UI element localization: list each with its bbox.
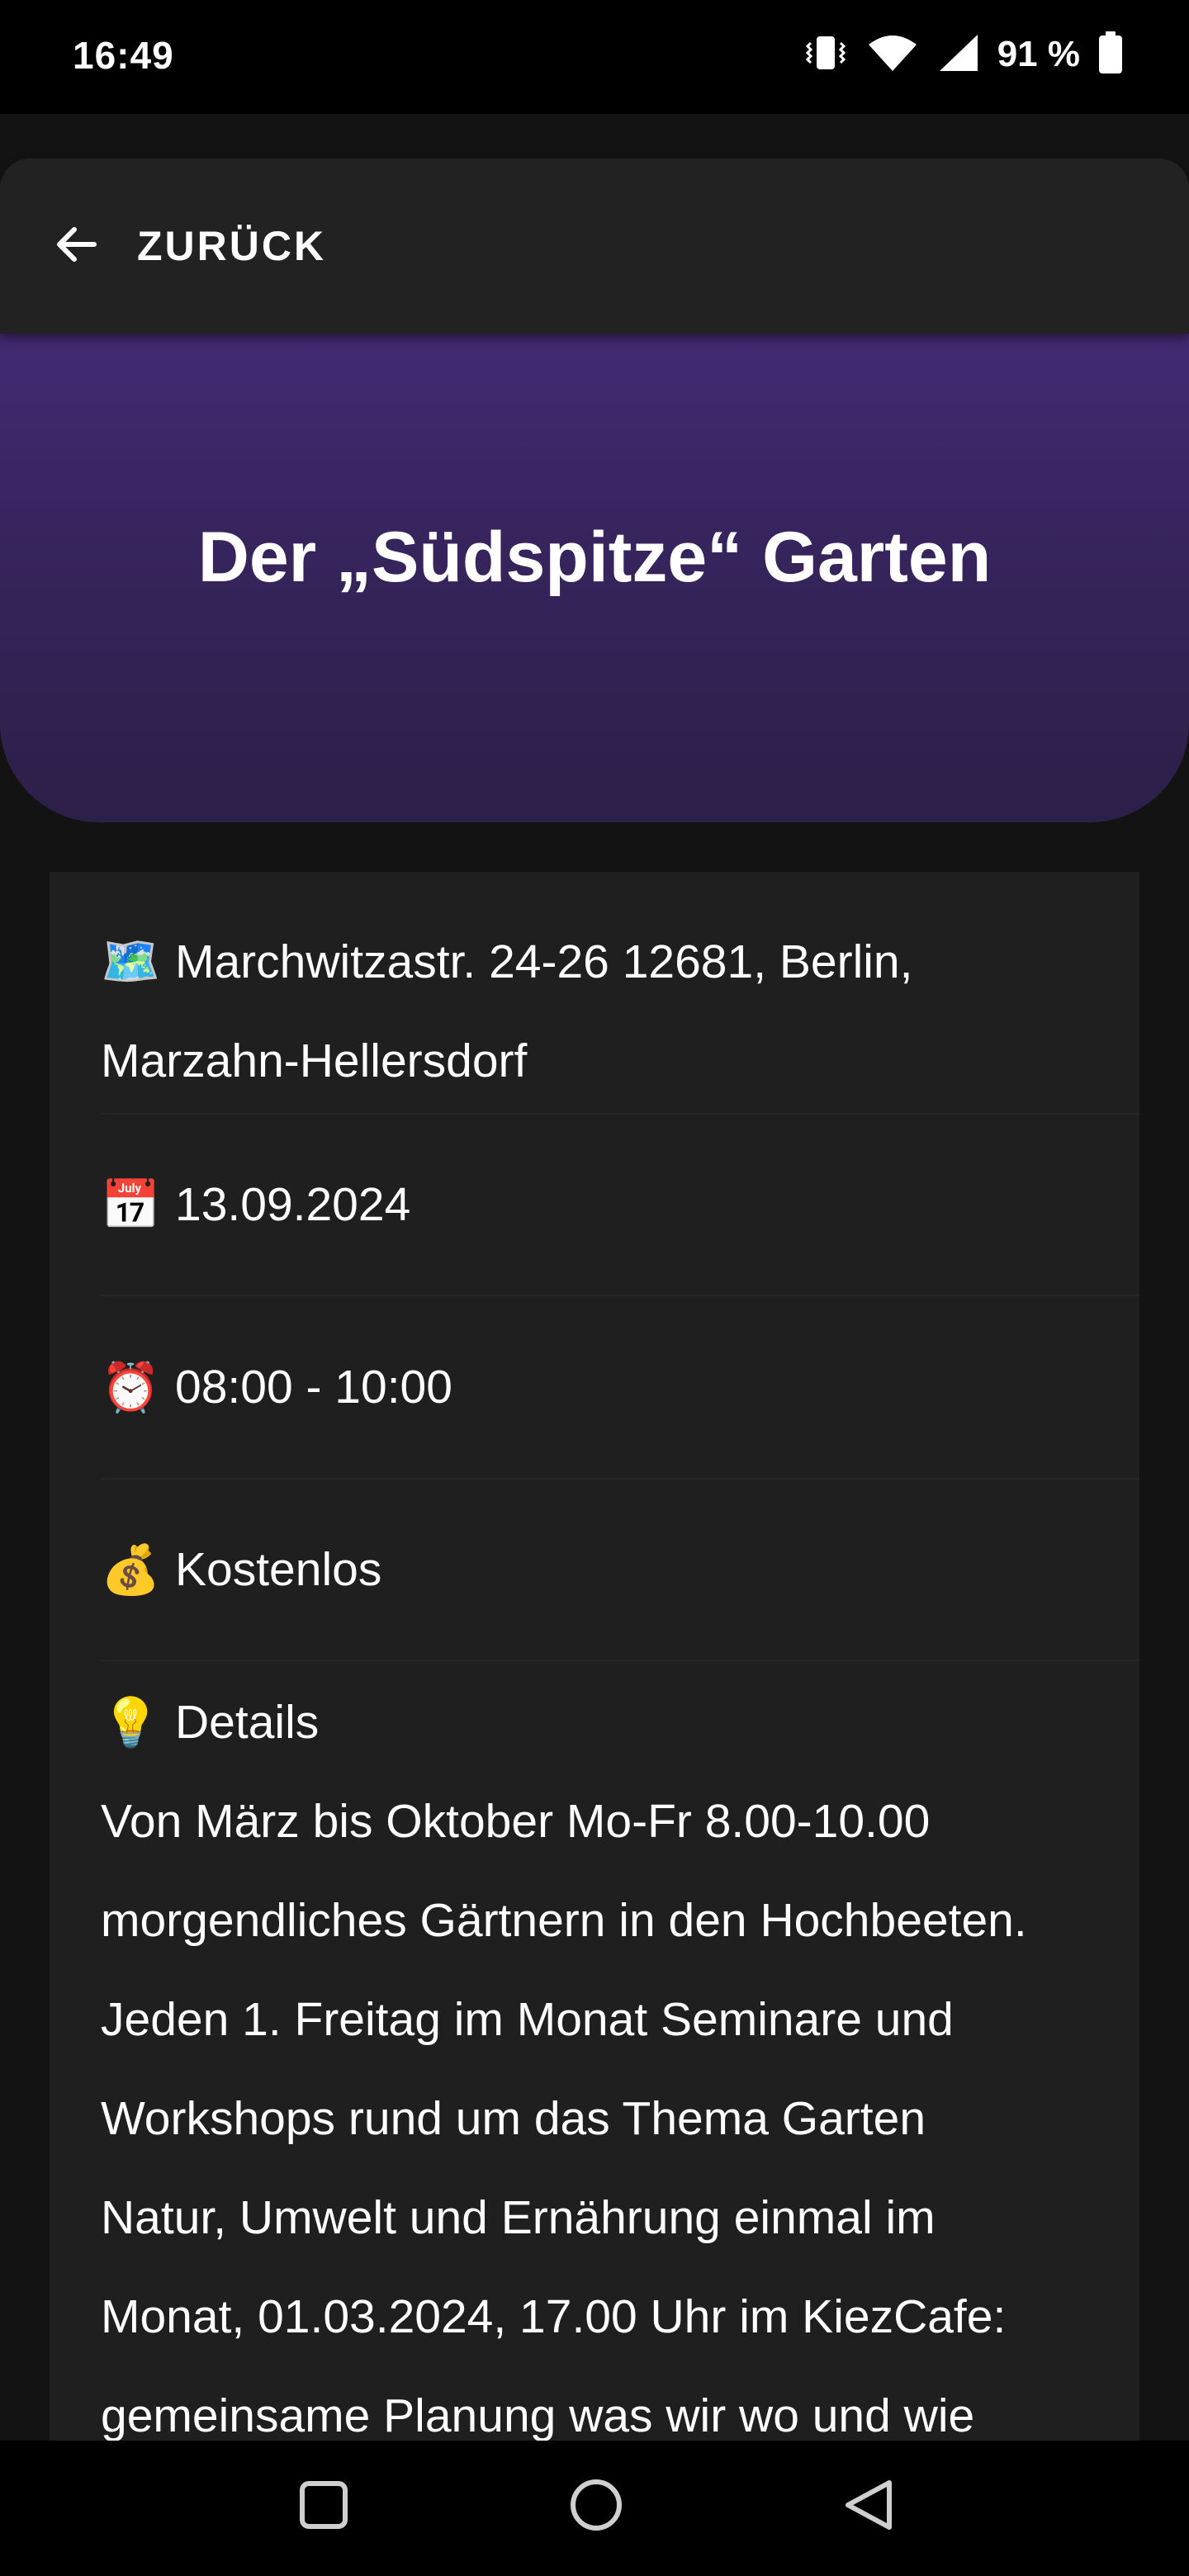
home-icon xyxy=(568,2477,624,2537)
wifi-icon xyxy=(867,33,918,77)
vibrate-icon xyxy=(803,33,849,77)
status-time: 16:49 xyxy=(73,34,174,77)
address-line-2: Marzahn-Hellersdorf xyxy=(101,1035,528,1087)
recents-button[interactable] xyxy=(274,2465,373,2548)
battery-percent: 91 % xyxy=(997,34,1080,74)
details-text: Von März bis Oktober Mo-Fr 8.00-10.00 mo… xyxy=(101,1772,1082,2465)
event-info-card: 🗺️ Marchwitzastr. 24-26 12681, Berlin, Ma… xyxy=(50,872,1139,2576)
screen: 16:49 91 % ZURÜCK Der „Südspitze“ Garten… xyxy=(0,0,1189,2576)
details-header: 💡 Details xyxy=(101,1673,1082,1772)
recents-icon xyxy=(297,2479,350,2536)
back-label: ZURÜCK xyxy=(137,223,327,269)
hero-banner: Der „Südspitze“ Garten xyxy=(0,334,1189,822)
address-block: 🗺️ Marchwitzastr. 24-26 12681, Berlin, Ma… xyxy=(101,872,912,1110)
back-triangle-icon xyxy=(841,2478,896,2536)
system-nav-bar xyxy=(0,2441,1189,2576)
details-line: morgendliches Gärtnern in den Hochbeeten… xyxy=(101,1894,1027,1947)
address-line-1: Marchwitzastr. 24-26 12681, Berlin, xyxy=(175,935,913,988)
signal-icon xyxy=(936,33,979,77)
price-text: Kostenlos xyxy=(175,1543,382,1596)
battery-icon xyxy=(1098,31,1123,78)
details-section: 💡 Details Von März bis Oktober Mo-Fr 8.0… xyxy=(101,1661,1139,2465)
calendar-icon: 📅 xyxy=(101,1176,161,1233)
back-nav-button[interactable] xyxy=(819,2465,918,2548)
time-text: 08:00 - 10:00 xyxy=(175,1361,452,1413)
arrow-left-icon xyxy=(53,221,99,272)
home-button[interactable] xyxy=(547,2465,646,2548)
date-row: 📅 13.09.2024 xyxy=(101,1115,1139,1296)
page-title: Der „Südspitze“ Garten xyxy=(197,517,992,597)
details-line: Workshops rund um das Thema Garten xyxy=(101,2092,926,2145)
lightbulb-icon: 💡 xyxy=(101,1693,161,1750)
alarm-clock-icon: ⏰ xyxy=(101,1358,161,1415)
app-header: ZURÜCK xyxy=(0,159,1189,334)
status-bar: 16:49 91 % xyxy=(0,0,1189,114)
details-line: Von März bis Oktober Mo-Fr 8.00-10.00 xyxy=(101,1795,931,1848)
details-line: Natur, Umwelt und Ernährung einmal im xyxy=(101,2191,936,2244)
money-bag-icon: 💰 xyxy=(101,1541,161,1598)
details-line: Jeden 1. Freitag im Monat Seminare und xyxy=(101,1993,954,2046)
date-text: 13.09.2024 xyxy=(175,1178,411,1231)
address-row: 🗺️ Marchwitzastr. 24-26 12681, Berlin, Ma… xyxy=(101,872,1139,1115)
price-row: 💰 Kostenlos xyxy=(101,1480,1139,1661)
details-title: Details xyxy=(175,1696,320,1749)
status-icons: 91 % xyxy=(803,30,1123,79)
details-line: Monat, 01.03.2024, 17.00 Uhr im KiezCafe… xyxy=(101,2290,1007,2343)
map-icon: 🗺️ xyxy=(101,933,161,989)
time-row: ⏰ 08:00 - 10:00 xyxy=(101,1296,1139,1480)
back-button[interactable]: ZURÜCK xyxy=(43,205,336,287)
